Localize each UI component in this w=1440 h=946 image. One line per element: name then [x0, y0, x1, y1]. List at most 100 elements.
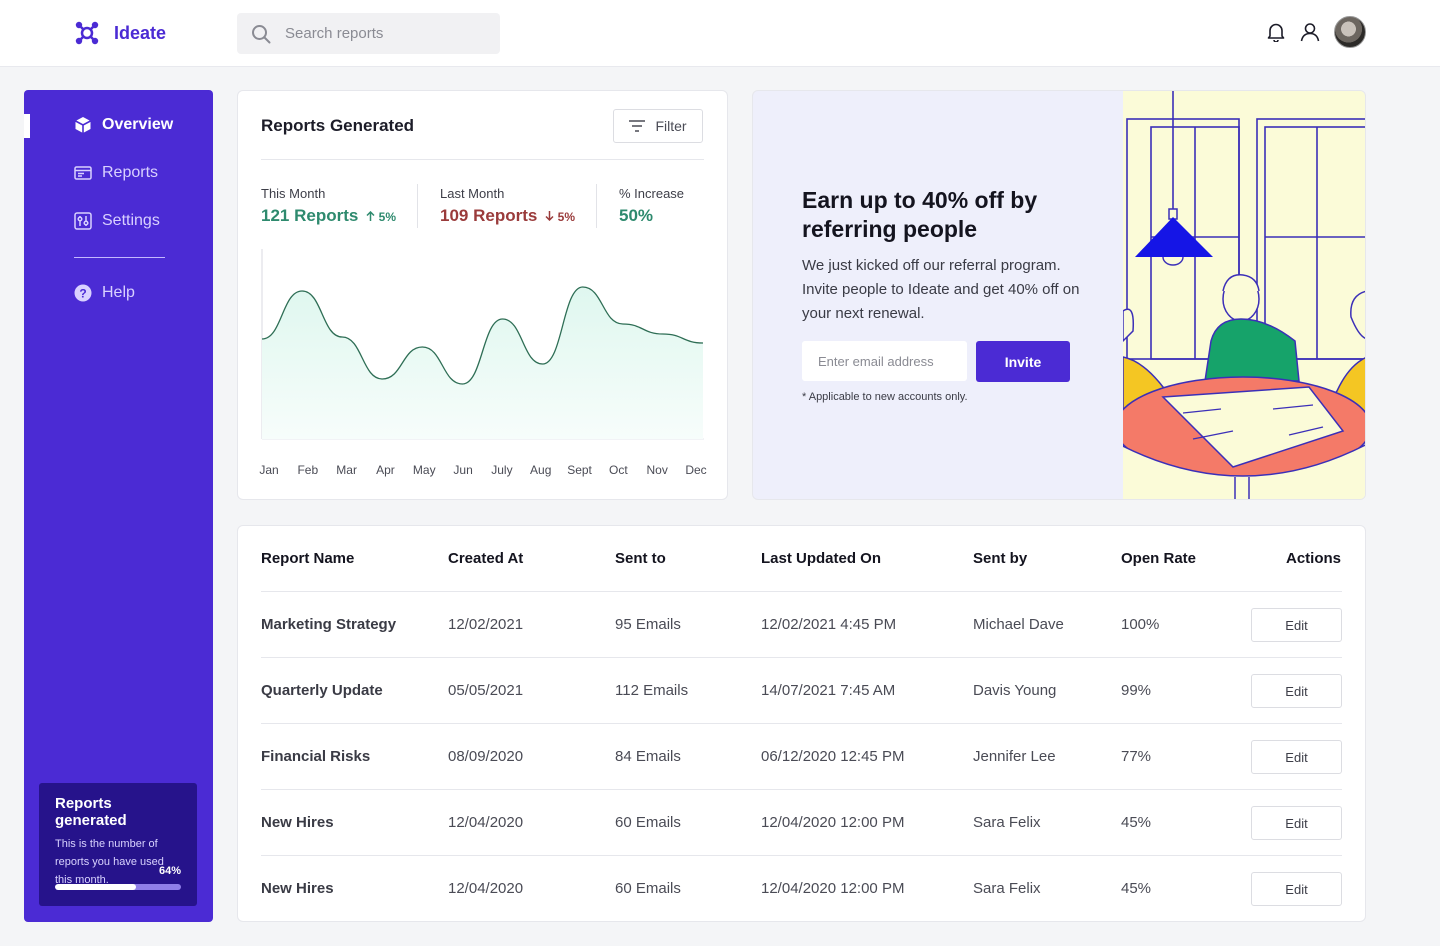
stat-value: 50%: [619, 206, 684, 226]
arrow-down-icon: [545, 211, 554, 222]
bell-icon: [1267, 23, 1285, 42]
column-header: Report Name: [261, 550, 355, 567]
stat-change-down: 5%: [545, 210, 575, 224]
referral-body: We just kicked off our referral program.…: [802, 257, 1080, 322]
x-tick-label: Dec: [685, 463, 707, 477]
sidebar-item-reports[interactable]: Reports: [74, 164, 158, 182]
profile-button[interactable]: [1300, 22, 1320, 42]
table-row: New Hires 12/04/2020 60 Emails 12/04/2020 1…: [261, 855, 1342, 921]
edit-button[interactable]: Edit: [1251, 608, 1342, 642]
svg-text:?: ?: [79, 287, 86, 301]
card-title: Reports Generated: [261, 116, 415, 135]
column-header: Sent by: [973, 550, 1028, 567]
cell-sent-to: 60 Emails: [615, 880, 681, 897]
edit-button[interactable]: Edit: [1251, 740, 1342, 774]
x-tick-label: Nov: [646, 463, 668, 477]
search-input[interactable]: [285, 25, 475, 42]
cell-updated: 12/02/2021 4:45 PM: [761, 616, 897, 633]
cell-name: New Hires: [261, 814, 334, 831]
series-area: [262, 287, 703, 439]
settings-icon: [74, 212, 92, 230]
cell-created: 12/02/2021: [448, 616, 524, 633]
invite-button[interactable]: Invite: [976, 341, 1070, 382]
filter-button[interactable]: Filter: [613, 109, 703, 143]
x-tick-label: Apr: [376, 463, 395, 477]
search-box[interactable]: [237, 13, 500, 54]
referral-title: Earn up to 40% off by referring people: [802, 187, 1038, 242]
stat-label: This Month: [261, 186, 326, 201]
filter-icon: [629, 120, 646, 132]
reports-generated-card: Reports Generated Filter This Month 121 …: [237, 90, 728, 500]
stat-change-up: 5%: [366, 210, 396, 224]
cell-updated: 06/12/2020 12:45 PM: [761, 748, 905, 765]
edit-button[interactable]: Edit: [1251, 674, 1342, 708]
table-row: New Hires 12/04/2020 60 Emails 12/04/2020 1…: [261, 789, 1342, 855]
search-icon: [252, 24, 271, 43]
molecule-logo-icon: [75, 21, 99, 45]
column-header: Open Rate: [1121, 550, 1197, 567]
reports-icon: [74, 166, 92, 180]
x-tick-label: Aug: [530, 463, 552, 477]
user-icon: [1300, 23, 1320, 42]
usage-card: Reports generated This is the number of …: [39, 783, 197, 906]
stat-last-month: Last Month 109 Reports 5%: [440, 186, 575, 226]
referral-note: * Applicable to new accounts only.: [802, 391, 968, 403]
cell-sent-to: 95 Emails: [615, 616, 681, 633]
notifications-button[interactable]: [1266, 22, 1286, 42]
x-tick-label: Mar: [336, 463, 357, 477]
x-tick-label: July: [491, 463, 513, 477]
stat-value-text: 50%: [619, 206, 654, 225]
avatar[interactable]: [1334, 16, 1366, 48]
sidebar-divider: [74, 257, 165, 258]
cell-created: 08/09/2020: [448, 748, 524, 765]
app-logo[interactable]: Ideate: [74, 20, 166, 46]
x-tick-label: Sept: [567, 463, 592, 477]
reports-table: Report Name Created At Sent to Last Updated…: [237, 525, 1366, 922]
cell-sent-by: Michael Dave: [973, 616, 1064, 633]
stat-label: % Increase: [619, 186, 685, 201]
usage-progress-fill: [55, 884, 136, 890]
x-tick-label: Jun: [453, 463, 473, 477]
stat-change-value: 5%: [378, 210, 397, 224]
cell-name: New Hires: [261, 880, 334, 897]
edit-button[interactable]: Edit: [1251, 872, 1342, 906]
top-bar: Ideate: [0, 0, 1440, 67]
cell-open-rate: 45%: [1121, 814, 1152, 831]
header-actions: [1266, 16, 1366, 48]
cell-sent-to: 84 Emails: [615, 748, 681, 765]
email-field[interactable]: [802, 341, 967, 381]
sidebar-item-overview[interactable]: Overview: [74, 116, 173, 134]
card-divider: [261, 159, 704, 160]
column-header: Actions: [1285, 550, 1341, 567]
usage-title: Reports generated: [55, 795, 127, 829]
cell-open-rate: 100%: [1121, 616, 1160, 633]
x-tick-label: Jan: [259, 463, 279, 477]
stat-change-value: 5%: [557, 210, 576, 224]
stat-this-month: This Month 121 Reports 5%: [261, 186, 396, 226]
cell-sent-by: Jennifer Lee: [973, 748, 1056, 765]
help-icon: ?: [74, 284, 92, 302]
referral-card: Earn up to 40% off by referring people W…: [752, 90, 1366, 500]
stat-percent-increase: % Increase 50%: [619, 186, 684, 226]
column-header: Last Updated On: [761, 550, 882, 567]
stat-value-text: 109 Reports: [440, 206, 538, 225]
sidebar-item-help[interactable]: ? Help: [74, 284, 135, 302]
reports-area-chart: [261, 249, 704, 440]
column-header: Sent to: [615, 550, 666, 567]
edit-button[interactable]: Edit: [1251, 806, 1342, 840]
column-header: Created At: [448, 550, 524, 567]
x-tick-label: Oct: [609, 463, 628, 477]
cell-created: 05/05/2021: [448, 682, 524, 699]
cell-updated: 14/07/2021 7:45 AM: [761, 682, 896, 699]
x-tick-label: May: [412, 463, 436, 477]
usage-percent: 64%: [158, 865, 181, 877]
stat-label: Last Month: [440, 186, 505, 201]
table-row: Financial Risks 08/09/2020 84 Emails 06/12/…: [261, 723, 1342, 789]
sidebar-item-settings[interactable]: Settings: [74, 212, 160, 230]
stat-separator: [417, 184, 418, 228]
cube-icon: [75, 117, 91, 133]
arrow-up-icon: [366, 210, 375, 221]
x-tick-label: Feb: [297, 463, 319, 477]
stat-separator: [596, 184, 597, 228]
cell-sent-by: Sara Felix: [973, 880, 1041, 897]
